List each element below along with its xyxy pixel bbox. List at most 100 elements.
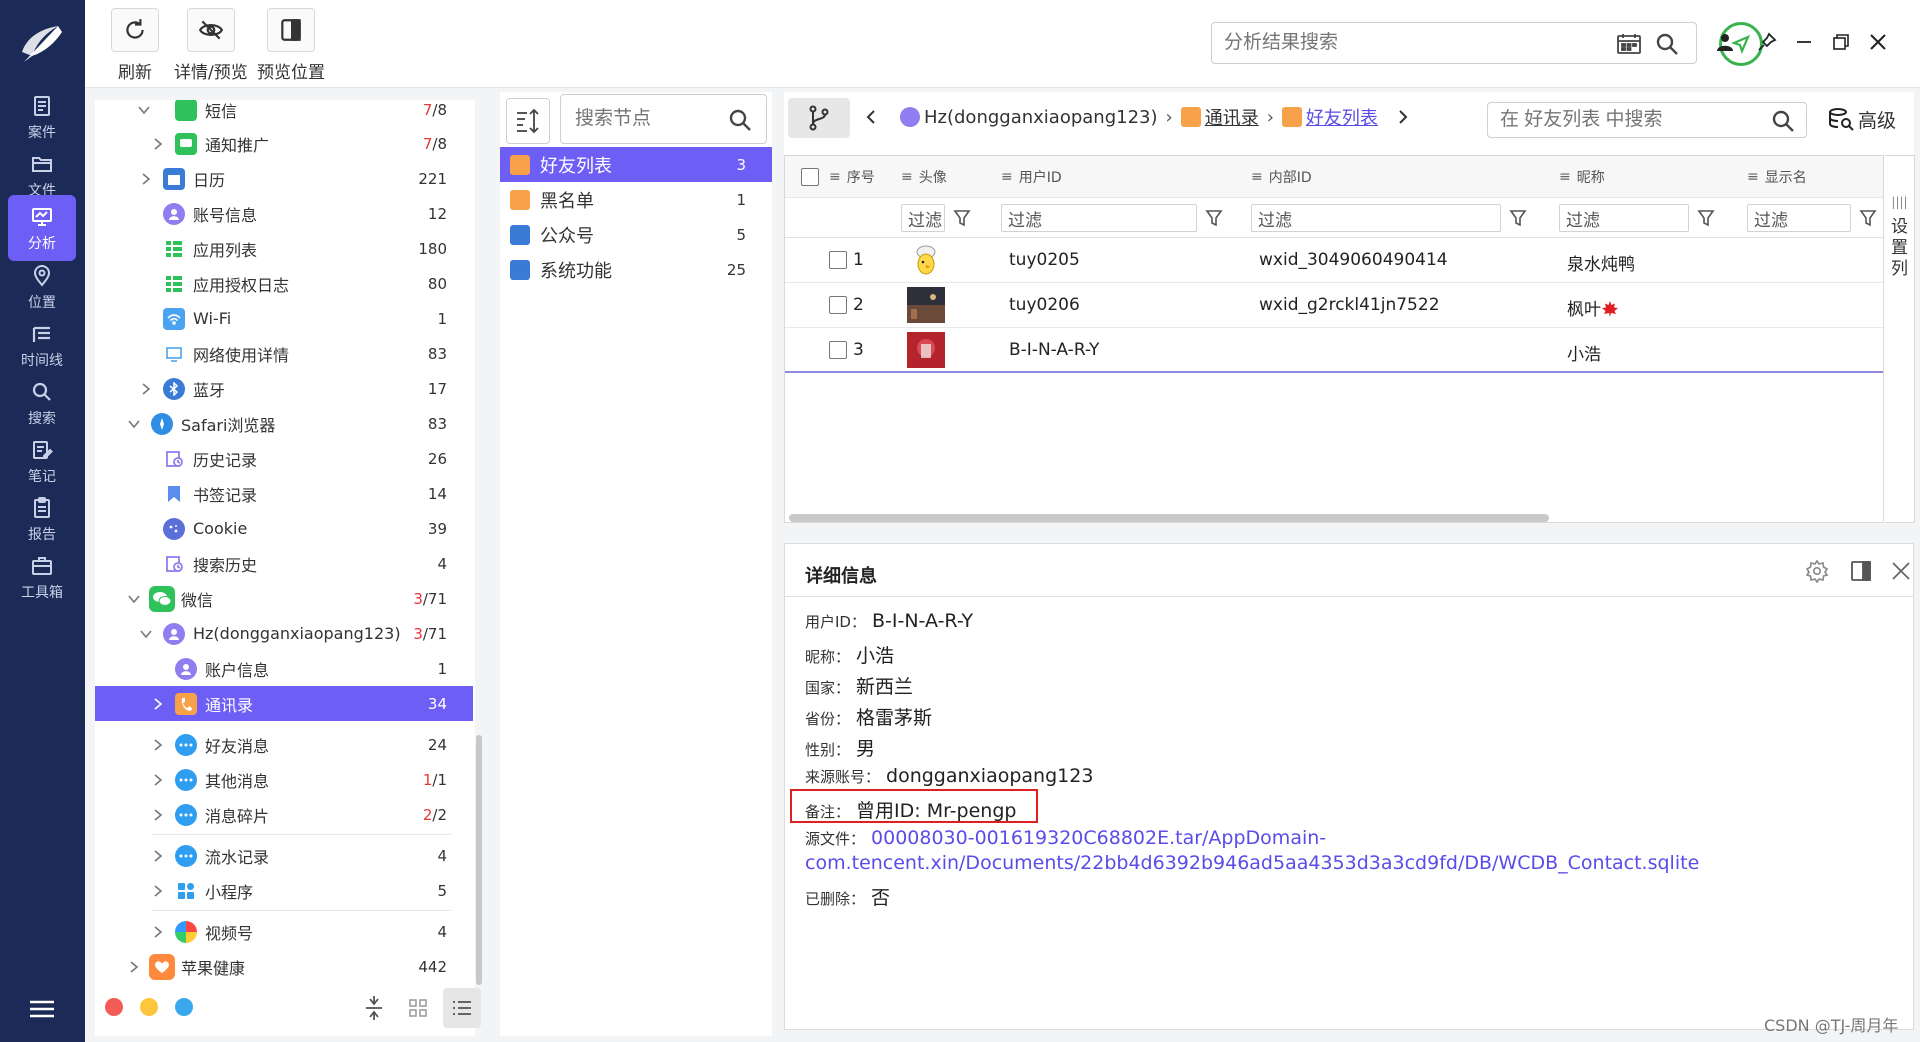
split-panel-icon[interactable] [1849,559,1873,583]
preview-position-button[interactable]: 预览位置 [257,8,325,83]
filter-nickname-input[interactable]: 过滤 [1559,204,1689,232]
filter-icon[interactable] [1205,209,1223,227]
rail-search[interactable]: 搜索 [8,370,76,436]
back-chevron-icon[interactable] [864,109,878,125]
breadcrumb-contacts[interactable]: 通讯录 [1205,104,1259,130]
avatar[interactable] [907,242,945,278]
column-display-name[interactable]: ≡ 显示名 [1747,156,1807,198]
row-checkbox[interactable] [829,251,847,269]
tree-item-mini-programs[interactable]: 小程序 5 [95,873,473,908]
chevron-right-icon[interactable] [151,137,165,151]
list-view-button[interactable] [443,988,481,1028]
grid-view-button[interactable] [399,988,437,1028]
tree-item-wechat-account[interactable]: Hz(dongganxiaopang123) 3/71 [95,616,473,651]
rail-toolbox[interactable]: 工具箱 [8,544,76,610]
node-item-official-accounts[interactable]: 公众号 5 [500,217,772,252]
table-row[interactable]: 1 tuy0205 wxid_3049060490414 泉水炖鸭 [785,238,1883,283]
close-button[interactable] [1866,30,1890,54]
close-icon[interactable] [1889,559,1913,583]
table-horizontal-scrollbar[interactable] [789,514,1549,522]
filter-icon[interactable] [1697,209,1715,227]
blue-dot-icon[interactable] [175,998,193,1016]
tree-item-app-list[interactable]: 应用列表 180 [95,231,473,266]
rail-case[interactable]: 案件 [8,84,76,150]
filter-icon[interactable] [1509,209,1527,227]
breadcrumb-account[interactable]: Hz(dongganxiaopang123) [924,107,1158,128]
user-button[interactable] [1713,30,1737,54]
minimize-button[interactable] [1792,30,1816,54]
node-item-friends[interactable]: 好友列表 3 [500,147,772,182]
detail-preview-button[interactable]: 详情/预览 [174,8,248,83]
tree-item-network-usage[interactable]: 网络使用详情 83 [95,336,473,371]
avatar[interactable] [907,332,945,368]
table-row[interactable]: 2 tuy0206 wxid_g2rckl41jn7522 枫叶 [785,283,1883,328]
tree-item-other-messages[interactable]: 其他消息 1/1 [95,762,473,797]
red-dot-icon[interactable] [105,998,123,1016]
filter-icon[interactable] [953,209,971,227]
chevron-right-icon[interactable] [151,697,165,711]
column-index[interactable]: ≡ 序号 [829,156,875,198]
chevron-right-icon[interactable] [139,172,153,186]
chevron-right-icon[interactable] [127,960,141,974]
column-internal-id[interactable]: ≡ 内部ID [1251,156,1312,198]
column-nickname[interactable]: ≡ 昵称 [1559,156,1605,198]
analysis-search-input[interactable] [1224,31,1524,55]
filter-icon[interactable] [1859,209,1877,227]
tree-item-transactions[interactable]: 流水记录 4 [95,838,473,873]
chevron-right-icon[interactable] [151,849,165,863]
tree-item-calendar[interactable]: 日历 221 [95,161,473,196]
breadcrumb-friends[interactable]: 好友列表 [1306,104,1378,130]
grid-search-input[interactable] [1500,109,1750,131]
tree-item-bluetooth[interactable]: 蓝牙 17 [95,371,473,406]
rail-report[interactable]: 报告 [8,486,76,552]
refresh-button[interactable]: 刷新 [111,8,159,83]
chevron-right-icon[interactable] [151,884,165,898]
tree-item-notification[interactable]: 通知推广 7/8 [95,126,473,161]
avatar[interactable] [907,287,945,323]
search-icon[interactable] [1654,31,1680,57]
chevron-down-icon[interactable] [127,592,141,606]
filter-internal-id-input[interactable]: 过滤 [1251,204,1501,232]
search-icon[interactable] [1770,108,1796,134]
tree-item-search-history[interactable]: 搜索历史 4 [95,546,473,581]
calendar-icon[interactable] [1616,33,1642,55]
tree-item-contacts[interactable]: 通讯录 34 [95,686,473,721]
source-file-link[interactable]: 00008030-001619320C68802E.tar/AppDomain- [871,827,1326,849]
tree-item-history[interactable]: 历史记录 26 [95,441,473,476]
node-search-input[interactable] [575,108,715,130]
branch-button[interactable] [788,98,850,138]
tree-item-sms[interactable]: 短信 7/8 [95,100,473,127]
chevron-right-icon[interactable] [151,738,165,752]
tree-item-message-fragments[interactable]: 消息碎片 2/2 [95,797,473,832]
select-all-checkbox[interactable] [801,168,819,186]
rail-note[interactable]: 笔记 [8,428,76,494]
tree-item-user-info[interactable]: 账户信息 1 [95,651,473,686]
chevron-down-icon[interactable] [139,627,153,641]
gear-icon[interactable] [1805,559,1829,583]
chevron-right-icon[interactable] [151,925,165,939]
tree-item-app-auth-log[interactable]: 应用授权日志 80 [95,266,473,301]
collapse-all-button[interactable] [355,988,393,1028]
rail-location[interactable]: 位置 [8,254,76,320]
advanced-search-button[interactable]: 高级 [1828,104,1896,134]
source-file-link[interactable]: com.tencent.xin/Documents/22bb4d6392b946… [805,852,1699,874]
rail-timeline[interactable]: 时间线 [8,312,76,378]
tree-item-bookmarks[interactable]: 书签记录 14 [95,476,473,511]
rail-analysis[interactable]: 分析 [8,195,76,261]
column-avatar[interactable]: ≡ 头像 [901,156,947,198]
filter-display-name-input[interactable]: 过滤 [1747,204,1851,232]
menu-icon[interactable] [28,998,56,1020]
tree-item-safari[interactable]: Safari浏览器 83 [95,406,473,441]
chevron-down-icon[interactable] [137,103,151,117]
restore-button[interactable] [1829,30,1853,54]
node-item-blacklist[interactable]: 黑名单 1 [500,182,772,217]
yellow-dot-icon[interactable] [140,998,158,1016]
chevron-right-icon[interactable] [139,382,153,396]
row-checkbox[interactable] [829,296,847,314]
sort-button[interactable] [506,98,550,144]
tree-item-channels[interactable]: 视频号 4 [95,914,473,949]
column-settings-button[interactable]: |||| 设置列 [1885,155,1915,523]
filter-user-id-input[interactable]: 过滤 [1001,204,1197,232]
table-row[interactable]: 3 B-I-N-A-R-Y 小浩 [785,328,1883,373]
column-user-id[interactable]: ≡ 用户ID [1001,156,1062,198]
